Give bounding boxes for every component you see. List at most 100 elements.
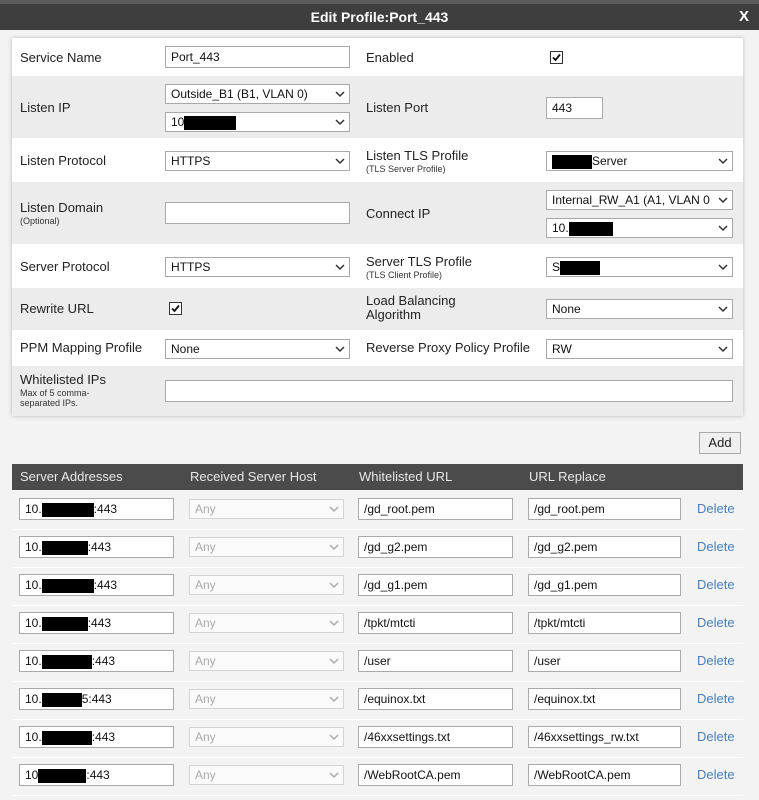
server-address-prefix: 10. — [25, 730, 42, 744]
received-server-host-select[interactable]: Any — [189, 727, 344, 747]
add-button[interactable]: Add — [699, 432, 741, 454]
url-replace-input[interactable]: /equinox.txt — [528, 688, 681, 710]
rewrite-url-checkbox[interactable] — [169, 302, 182, 315]
server-tls-profile-value: S — [552, 260, 561, 274]
server-address-prefix: 10. — [25, 540, 42, 554]
listen-protocol-select[interactable]: HTTPS — [165, 151, 350, 171]
chevron-down-icon — [328, 769, 340, 781]
server-address-input[interactable]: 10:443 — [19, 764, 174, 786]
delete-link[interactable]: Delete — [697, 691, 735, 706]
ppm-mapping-value: None — [171, 342, 200, 356]
url-replace-input[interactable]: /gd_g2.pem — [528, 536, 681, 558]
server-address-prefix: 10. — [25, 616, 42, 630]
listen-tls-profile-select[interactable]: Server — [546, 151, 733, 171]
whitelisted-ips-title: Whitelisted IPs — [20, 372, 106, 387]
server-address-input[interactable]: 10.:443 — [19, 498, 174, 520]
url-replace-input[interactable]: /46xxsettings_rw.txt — [528, 726, 681, 748]
listen-ip-interface-select[interactable]: Outside_B1 (B1, VLAN 0) — [165, 84, 350, 104]
whitelisted-url-input[interactable]: /gd_root.pem — [358, 498, 513, 520]
listen-port-label: Listen Port — [366, 100, 429, 115]
service-name-input[interactable]: Port_443 — [165, 46, 350, 68]
redacted-block — [38, 768, 87, 783]
row-listen-domain: Listen Domain (Optional) Connect IP Inte… — [12, 182, 743, 244]
row-listen-protocol: Listen Protocol HTTPS Listen TLS Profile… — [12, 138, 743, 182]
dialog-body: Service Name Port_443 Enabled Listen IP … — [0, 30, 759, 800]
server-protocol-select[interactable]: HTTPS — [165, 257, 350, 277]
received-server-host-select[interactable]: Any — [189, 765, 344, 785]
chevron-down-icon — [334, 343, 346, 355]
url-replace-input[interactable]: /gd_root.pem — [528, 498, 681, 520]
chevron-down-icon — [717, 261, 729, 273]
server-address-input[interactable]: 10.:443 — [19, 536, 174, 558]
chevron-down-icon — [328, 693, 340, 705]
url-replace-input[interactable]: /tpkt/mtcti — [528, 612, 681, 634]
server-tls-profile-select[interactable]: S — [546, 257, 733, 277]
server-address-input[interactable]: 10.:443 — [19, 612, 174, 634]
server-address-input[interactable]: 10. 5:443 — [19, 688, 174, 710]
row-ppm-mapping: PPM Mapping Profile None Reverse Proxy P… — [12, 330, 743, 366]
whitelisted-ips-input[interactable] — [165, 380, 733, 402]
redacted-block — [41, 730, 92, 745]
received-server-host-select[interactable]: Any — [189, 575, 344, 595]
table-row: 10. :443 Any/46xxsettings.txt/46xxsettings… — [12, 720, 743, 758]
listen-tls-profile-title: Listen TLS Profile — [366, 148, 469, 163]
checkmark-icon — [171, 304, 180, 313]
received-server-host-select[interactable]: Any — [189, 537, 344, 557]
server-tls-profile-label: Server TLS Profile (TLS Client Profile) — [366, 254, 472, 280]
received-server-host-value: Any — [195, 502, 216, 516]
server-address-suffix: :443 — [91, 654, 116, 668]
received-server-host-select[interactable]: Any — [189, 499, 344, 519]
delete-link[interactable]: Delete — [697, 653, 735, 668]
server-address-input[interactable]: 10. :443 — [19, 726, 174, 748]
chevron-down-icon — [334, 116, 346, 128]
load-balancing-value: None — [552, 302, 581, 316]
ppm-mapping-select[interactable]: None — [165, 339, 350, 359]
enabled-checkbox[interactable] — [550, 51, 563, 64]
received-server-host-select[interactable]: Any — [189, 651, 344, 671]
received-server-host-select[interactable]: Any — [189, 689, 344, 709]
delete-link[interactable]: Delete — [697, 577, 735, 592]
chevron-down-icon — [717, 343, 729, 355]
reverse-proxy-select[interactable]: RW — [546, 339, 733, 359]
listen-domain-title: Listen Domain — [20, 200, 104, 215]
server-address-input[interactable]: 10.:443 — [19, 650, 174, 672]
delete-link[interactable]: Delete — [697, 539, 735, 554]
header-url-replace: URL Replace — [529, 469, 606, 484]
url-replace-input[interactable]: /user — [528, 650, 681, 672]
whitelisted-url-input[interactable]: /user — [358, 650, 513, 672]
listen-domain-input[interactable] — [165, 202, 350, 224]
reverse-proxy-value: RW — [552, 342, 572, 356]
server-address-prefix: 10. — [25, 692, 42, 706]
whitelisted-url-input[interactable]: /equinox.txt — [358, 688, 513, 710]
load-balancing-select[interactable]: None — [546, 299, 733, 319]
close-icon[interactable]: X — [739, 8, 749, 25]
row-service-name: Service Name Port_443 Enabled — [12, 38, 743, 76]
connect-ip-address-select[interactable]: 10. — [546, 218, 733, 238]
delete-link[interactable]: Delete — [697, 767, 735, 782]
whitelisted-url-input[interactable]: /46xxsettings.txt — [358, 726, 513, 748]
table-row: 10.:443 Any/gd_root.pem/gd_root.pem Delete — [12, 492, 743, 530]
whitelisted-url-input[interactable]: /gd_g1.pem — [358, 574, 513, 596]
connect-ip-interface-select[interactable]: Internal_RW_A1 (A1, VLAN 0 — [546, 190, 733, 210]
whitelisted-url-input[interactable]: /WebRootCA.pem — [358, 764, 513, 786]
chevron-down-icon — [328, 655, 340, 667]
server-address-suffix: :443 — [91, 730, 116, 744]
server-tls-profile-title: Server TLS Profile — [366, 254, 472, 269]
server-address-prefix: 10. — [25, 502, 42, 516]
received-server-host-select[interactable]: Any — [189, 613, 344, 633]
connect-ip-label: Connect IP — [366, 206, 431, 221]
listen-port-input[interactable]: 443 — [546, 97, 603, 119]
server-address-input[interactable]: 10.:443 — [19, 574, 174, 596]
chevron-down-icon — [717, 155, 729, 167]
url-replace-input[interactable]: /gd_g1.pem — [528, 574, 681, 596]
listen-ip-address-select[interactable]: 10 — [165, 112, 350, 132]
chevron-down-icon — [334, 88, 346, 100]
url-replace-input[interactable]: /WebRootCA.pem — [528, 764, 681, 786]
delete-link[interactable]: Delete — [697, 615, 735, 630]
whitelisted-url-input[interactable]: /tpkt/mtcti — [358, 612, 513, 634]
dialog-title: Edit Profile:Port_443 — [310, 9, 449, 25]
delete-link[interactable]: Delete — [697, 501, 735, 516]
table-row: 10.:443 Any/gd_g1.pem/gd_g1.pem Delete — [12, 568, 743, 606]
whitelisted-url-input[interactable]: /gd_g2.pem — [358, 536, 513, 558]
delete-link[interactable]: Delete — [697, 729, 735, 744]
